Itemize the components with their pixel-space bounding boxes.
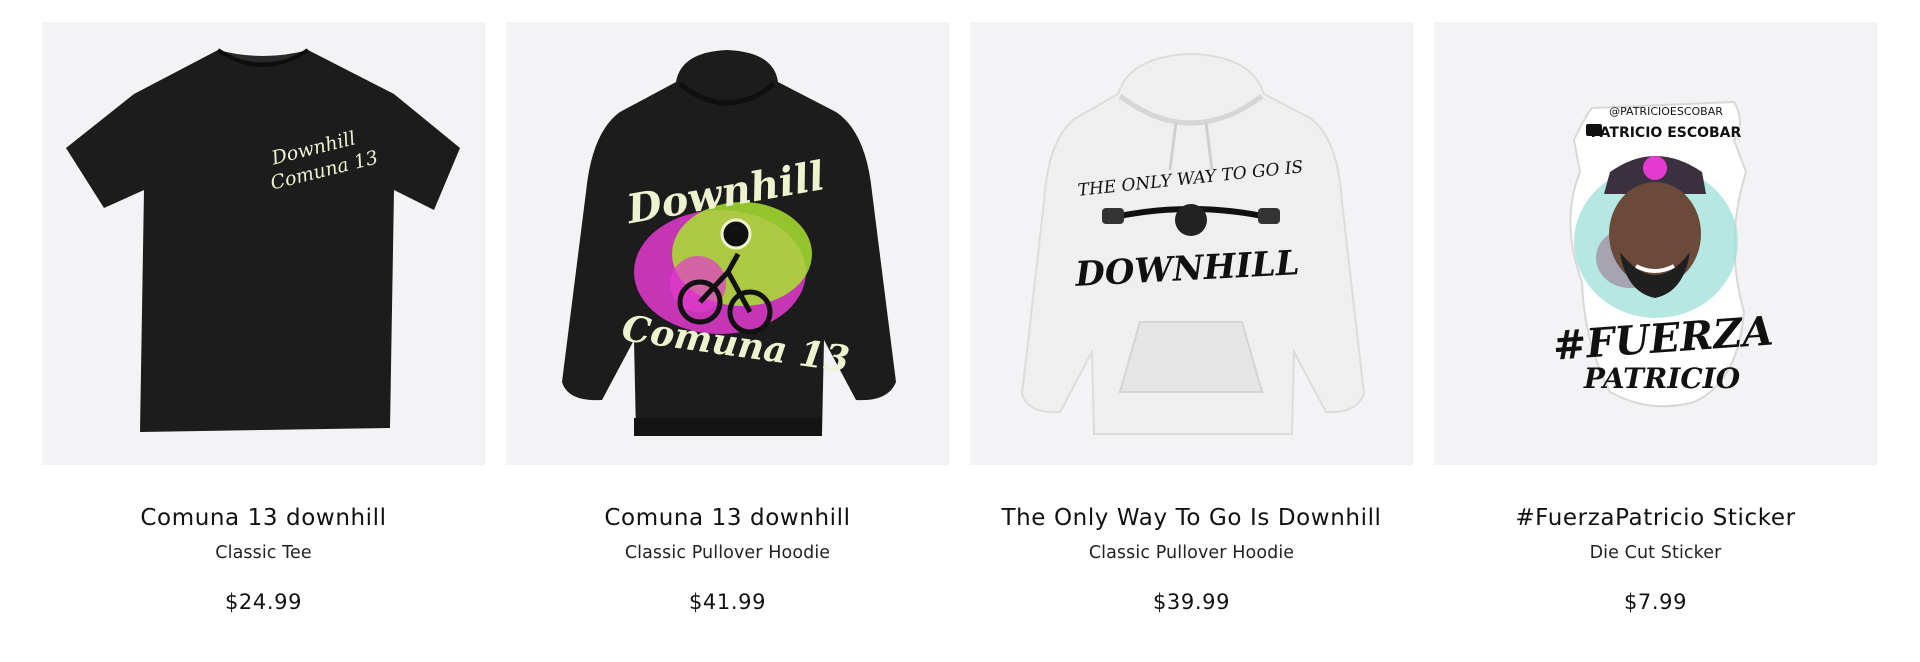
product-grid: Downhill Comuna 13 Comuna 13 downhill Cl… bbox=[42, 22, 1877, 614]
product-type: Classic Pullover Hoodie bbox=[1088, 543, 1295, 563]
product-image[interactable]: Downhill Comuna 13 bbox=[42, 22, 485, 465]
product-price: $24.99 bbox=[224, 590, 303, 614]
black-tee-image: Downhill Comuna 13 bbox=[66, 48, 460, 432]
product-price: $41.99 bbox=[688, 590, 767, 614]
product-type: Die Cut Sticker bbox=[1589, 543, 1722, 563]
sticker-image: @PATRICIOESCOBAR PATRICIO ESCOBAR #FUERZ… bbox=[1551, 100, 1775, 408]
product-card[interactable]: @PATRICIOESCOBAR PATRICIO ESCOBAR #FUERZ… bbox=[1434, 22, 1877, 614]
sticker-patricio: PATRICIO bbox=[1583, 362, 1741, 395]
product-title[interactable]: The Only Way To Go Is Downhill bbox=[970, 505, 1413, 531]
product-card[interactable]: Downhill Comuna 13 Comuna 13 downhill Cl… bbox=[506, 22, 949, 614]
product-card[interactable]: Downhill Comuna 13 Comuna 13 downhill Cl… bbox=[42, 22, 485, 614]
product-title[interactable]: Comuna 13 downhill bbox=[42, 505, 485, 531]
product-image[interactable]: Downhill Comuna 13 bbox=[506, 22, 949, 465]
product-price: $7.99 bbox=[1623, 590, 1688, 614]
product-image[interactable]: THE ONLY WAY TO GO IS DOWNHILL bbox=[970, 22, 1413, 465]
product-type: Classic Tee bbox=[215, 543, 312, 563]
sticker-name: PATRICIO ESCOBAR bbox=[1591, 125, 1742, 141]
product-type: Classic Pullover Hoodie bbox=[624, 543, 831, 563]
product-title[interactable]: Comuna 13 downhill bbox=[506, 505, 949, 531]
black-hoodie-image: Downhill Comuna 13 bbox=[562, 50, 896, 436]
product-price: $39.99 bbox=[1152, 590, 1231, 614]
product-image[interactable]: @PATRICIOESCOBAR PATRICIO ESCOBAR #FUERZ… bbox=[1434, 22, 1877, 465]
product-card[interactable]: THE ONLY WAY TO GO IS DOWNHILL The Only … bbox=[970, 22, 1413, 614]
white-hoodie-image: THE ONLY WAY TO GO IS DOWNHILL bbox=[1020, 52, 1366, 435]
product-title[interactable]: #FuerzaPatricio Sticker bbox=[1434, 505, 1877, 531]
sticker-handle: @PATRICIOESCOBAR bbox=[1609, 105, 1723, 118]
